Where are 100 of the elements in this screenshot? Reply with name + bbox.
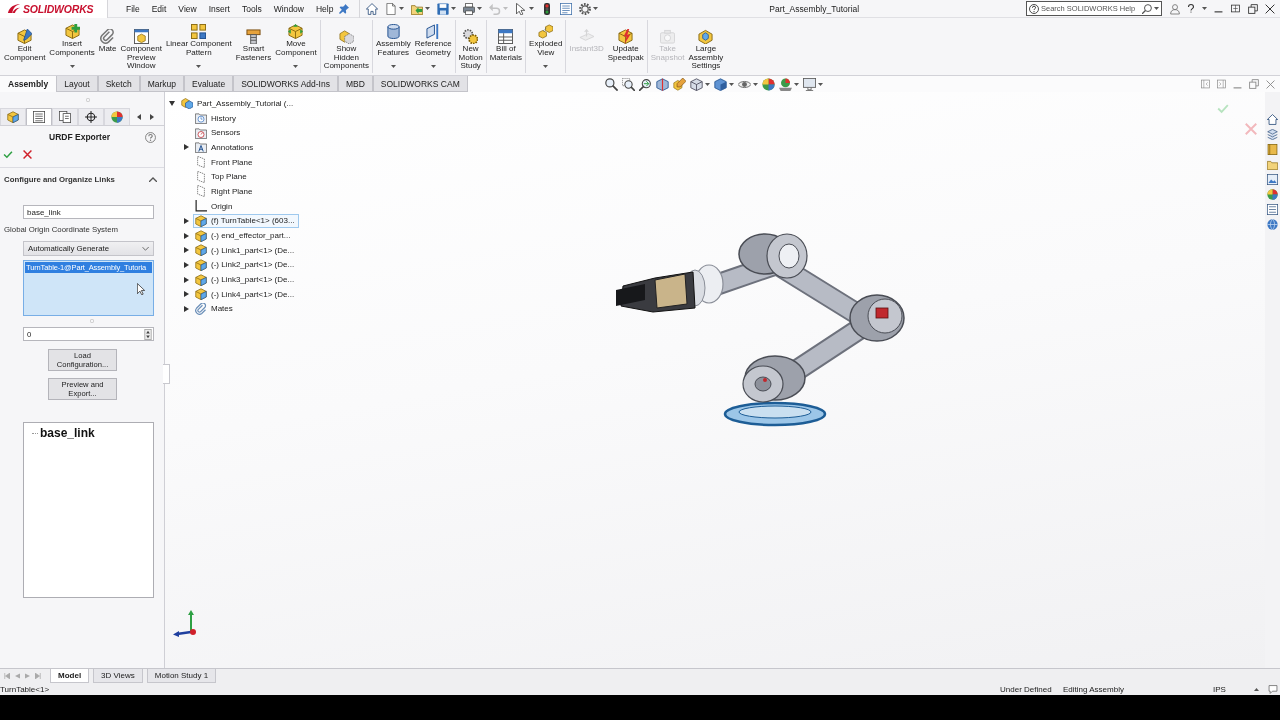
check-icon[interactable]	[3, 149, 13, 159]
tree-item[interactable]: Mates	[193, 301, 237, 316]
tree-item[interactable]: base_link	[40, 426, 95, 440]
caret-down-icon[interactable]	[543, 65, 549, 68]
ribbon-button[interactable]: Smart Fasteners	[233, 20, 274, 70]
caret-down-icon[interactable]	[818, 82, 823, 86]
pointer-icon[interactable]	[515, 2, 528, 15]
ribbon-button[interactable]: Edit Component	[2, 20, 48, 70]
caret-left-icon[interactable]	[137, 113, 141, 120]
menu-item[interactable]: View	[172, 0, 203, 18]
tile-right-icon[interactable]	[1217, 79, 1226, 89]
menu-item[interactable]: Tools	[235, 0, 268, 18]
color-sphere-icon[interactable]	[1267, 189, 1278, 200]
tree-item[interactable]: Top Plane	[193, 169, 251, 184]
list-icon[interactable]	[1267, 204, 1278, 215]
folder-arrow-icon[interactable]	[411, 2, 424, 15]
sphere-floor-icon[interactable]	[779, 77, 792, 91]
globe-icon[interactable]	[1267, 219, 1278, 230]
caret-down-icon[interactable]	[477, 7, 483, 10]
caret-right-icon[interactable]	[183, 217, 189, 224]
menu-item[interactable]: File	[120, 0, 146, 18]
document-icon[interactable]	[385, 2, 398, 15]
caret-down-icon[interactable]	[196, 65, 202, 68]
tree-item[interactable]: Annotations	[193, 140, 258, 155]
caret-right-icon[interactable]	[183, 305, 189, 312]
ribbon-button[interactable]: Large Assembly Settings	[686, 20, 726, 70]
caret-right-icon[interactable]	[183, 261, 189, 268]
tree-item[interactable]: Part_Assembly_Tutorial (...	[179, 96, 298, 111]
ribbon-button[interactable]: New Motion Study	[456, 20, 485, 70]
panel-tab[interactable]	[52, 108, 78, 125]
tree-item[interactable]: (f) TurnTable<1> (603...	[193, 213, 299, 228]
ribbon-button[interactable]: Insert Components	[47, 20, 97, 70]
ribbon-button[interactable]: Exploded View	[527, 20, 565, 70]
caret-down-icon[interactable]	[529, 7, 535, 10]
menu-item[interactable]: Window	[267, 0, 310, 18]
tree-item[interactable]: (-) Link2_part<1> (De...	[193, 257, 299, 272]
ribbon-tab[interactable]: Layout	[56, 76, 98, 92]
caret-down-icon[interactable]	[593, 7, 599, 10]
caret-down-icon[interactable]	[399, 7, 405, 10]
tree-item[interactable]: (-) Link1_part<1> (De...	[193, 243, 299, 258]
tree-item[interactable]: History	[193, 111, 240, 126]
ribbon-button[interactable]: Move Component	[273, 20, 319, 70]
pencil-cube-icon[interactable]	[673, 77, 686, 91]
caret-down-icon[interactable]	[705, 82, 710, 86]
speech-bubble-icon[interactable]	[1268, 684, 1278, 694]
pin-icon[interactable]	[339, 3, 350, 14]
units-label[interactable]: IPS	[1213, 684, 1246, 694]
ribbon-button[interactable]: Show Hidden Components	[321, 20, 371, 70]
caret-right-icon[interactable]	[183, 276, 189, 283]
ribbon-button[interactable]: Update Speedpak	[605, 20, 646, 70]
tree-item[interactable]: (-) Link4_part<1> (De...	[193, 287, 299, 302]
caret-right-icon[interactable]	[183, 291, 189, 298]
ribbon-button[interactable]: Bill of Materials	[487, 20, 525, 70]
grip-icon[interactable]	[86, 98, 90, 102]
grip-icon[interactable]	[90, 318, 94, 323]
text-field[interactable]: base_link	[23, 205, 154, 219]
tree-item[interactable]: Front Plane	[193, 155, 257, 170]
caret-down-icon[interactable]	[425, 7, 431, 10]
monitor-icon[interactable]	[803, 77, 816, 91]
tile-left-icon[interactable]	[1201, 79, 1210, 89]
user-icon[interactable]	[1170, 2, 1180, 15]
ribbon-tab[interactable]: Evaluate	[184, 76, 234, 92]
caret-down-icon[interactable]	[753, 82, 758, 86]
printer-icon[interactable]	[463, 2, 476, 15]
ribbon-button[interactable]: Component Preview Window	[118, 20, 164, 70]
stacked-layers-icon[interactable]	[1267, 129, 1278, 140]
tree-item[interactable]: Sensors	[193, 125, 245, 140]
search-icon[interactable]	[1142, 3, 1152, 14]
caret-right-icon[interactable]	[183, 247, 189, 254]
book-icon[interactable]	[1267, 144, 1278, 155]
color-sphere-icon[interactable]	[762, 77, 775, 91]
menu-item[interactable]: Edit	[145, 0, 173, 18]
ribbon-tab[interactable]: MBD	[337, 76, 373, 92]
view-tab[interactable]: Model	[50, 669, 90, 683]
ribbon-tab[interactable]: Markup	[139, 76, 185, 92]
ribbon-button[interactable]: Mate	[96, 20, 119, 70]
tree-item[interactable]: Right Plane	[193, 184, 257, 199]
magnifier-area-icon[interactable]	[622, 77, 635, 91]
caret-down-icon[interactable]	[69, 65, 75, 68]
caret-down-icon[interactable]	[1154, 7, 1159, 10]
ribbon-button[interactable]: Assembly Features	[374, 20, 413, 70]
caret-down-icon[interactable]	[390, 65, 396, 68]
menu-item[interactable]: Help	[310, 0, 340, 18]
section-cube-icon[interactable]	[656, 77, 669, 91]
shaded-cube-icon[interactable]	[714, 77, 727, 91]
tree-item[interactable]: (-) end_effector_part...	[193, 228, 295, 243]
view-tab[interactable]: Motion Study 1	[146, 669, 217, 683]
tree-item[interactable]: (-) Link3_part<1> (De...	[193, 272, 299, 287]
caret-down-icon[interactable]	[169, 100, 175, 106]
caret-up-icon[interactable]	[149, 177, 157, 182]
caret-down-icon[interactable]	[451, 7, 457, 10]
caret-down-icon[interactable]	[794, 82, 799, 86]
close-icon[interactable]	[23, 149, 32, 159]
home-icon[interactable]	[366, 2, 379, 15]
help-circle-icon[interactable]	[145, 131, 156, 143]
caret-right-icon[interactable]	[183, 144, 189, 151]
cube-icon[interactable]	[690, 77, 703, 91]
ribbon-button[interactable]: Linear Component Pattern	[163, 20, 234, 70]
help-icon[interactable]	[1187, 3, 1195, 14]
ribbon-tab[interactable]: SOLIDWORKS CAM	[372, 76, 468, 92]
